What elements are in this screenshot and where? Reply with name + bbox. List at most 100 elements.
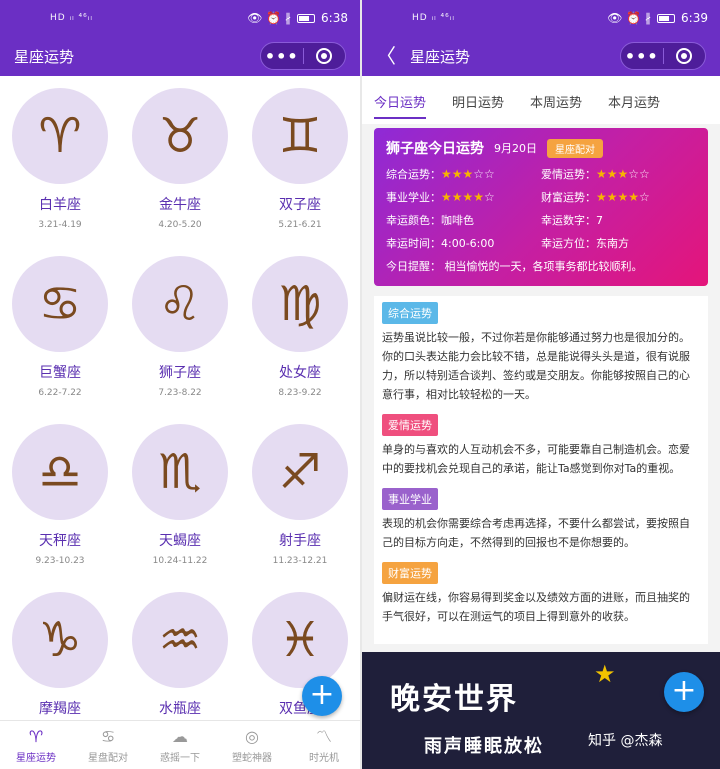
zodiac-dates: 9.23-10.23: [35, 556, 85, 566]
tab-label: 星座运势: [16, 752, 56, 764]
more-button[interactable]: •••: [261, 47, 303, 66]
status-time: 6:38: [321, 11, 348, 25]
tab-icon: 〽: [315, 726, 332, 746]
tab-icon: ♋: [100, 726, 116, 746]
zodiac-item[interactable]: ♏ 天蝎座 10.24-11.22: [120, 412, 240, 580]
period-tab[interactable]: 本周运势: [530, 82, 582, 119]
color-label: 幸运颜色：: [386, 214, 441, 227]
status-icons: 👁 ⏰ ∦: [607, 11, 652, 25]
section-tag: 财富运势: [382, 562, 438, 584]
wealth-label: 财富运势：: [541, 191, 596, 204]
right-screen: HD ᵢₗ ⁴⁶ᵢₗ 👁 ⏰ ∦ 6:39 〈 星座运势 ••• 今日运势 明日运…: [362, 0, 720, 769]
tab-icon: ◎: [245, 726, 259, 746]
zodiac-avatar-icon: ♈: [12, 88, 108, 184]
number-value: 7: [596, 214, 603, 227]
career-stars: ★★★★☆: [441, 190, 495, 204]
signal-icon: HD ᵢₗ ⁴⁶ᵢₗ: [412, 12, 455, 23]
status-icons: 👁 ⏰ ∦: [247, 11, 292, 25]
love-label: 爱情运势：: [541, 168, 596, 181]
section-tag: 事业学业: [382, 488, 438, 510]
fortune-details: 综合运势运势虽说比较一般，不过你若是你能够通过努力也是很加分的。你的口头表达能力…: [374, 296, 708, 644]
card-date: 9月20日: [494, 142, 537, 155]
zodiac-name: 双子座: [279, 197, 321, 213]
zodiac-dates: 7.23-8.22: [158, 388, 202, 398]
zodiac-avatar-icon: ♒: [132, 592, 228, 688]
zodiac-avatar-icon: ♏: [132, 424, 228, 520]
fortune-section: 综合运势运势虽说比较一般，不过你若是你能够通过努力也是很加分的。你的口头表达能力…: [374, 296, 708, 408]
status-time: 6:39: [681, 11, 708, 25]
nav-bar: 星座运势 •••: [0, 36, 360, 76]
status-bar: HD ᵢₗ ⁴⁶ᵢₗ 👁 ⏰ ∦ 6:38: [0, 0, 360, 36]
tab-item[interactable]: ◎ 塑蛇神器: [216, 721, 288, 769]
miniapp-capsule: •••: [620, 42, 706, 70]
tip-value: 相当愉悦的一天，各项事务都比较顺利。: [444, 260, 643, 273]
zodiac-item[interactable]: ♎ 天秤座 9.23-10.23: [0, 412, 120, 580]
fortune-section: 爱情运势 单身的与喜欢的人互动机会不多，可能要靠自己制造机会。恋爱中的要找机会兑现…: [374, 408, 708, 482]
zodiac-dates: 6.22-7.22: [38, 388, 82, 398]
ad-banner[interactable]: 晚安世界 ★ 雨声睡眠放松 知乎 @杰森: [362, 652, 720, 769]
zodiac-name: 白羊座: [39, 197, 81, 213]
left-screen: HD ᵢₗ ⁴⁶ᵢₗ 👁 ⏰ ∦ 6:38 星座运势 ••• ♈ 白羊座 3.21-…: [0, 0, 360, 769]
zodiac-dates: 8.23-9.22: [278, 388, 322, 398]
match-button[interactable]: 星座配对: [547, 138, 603, 158]
tab-icon: ☁: [172, 726, 188, 746]
zodiac-avatar-icon: ♋: [12, 256, 108, 352]
zodiac-name: 射手座: [279, 533, 321, 549]
close-miniapp-button[interactable]: [664, 48, 706, 64]
zodiac-dates: 10.24-11.22: [152, 556, 208, 566]
more-button[interactable]: •••: [621, 47, 663, 66]
status-bar: HD ᵢₗ ⁴⁶ᵢₗ 👁 ⏰ ∦ 6:39: [362, 0, 720, 36]
number-label: 幸运数字：: [541, 214, 596, 227]
page-title: 星座运势: [410, 47, 471, 66]
overall-label: 综合运势：: [386, 168, 441, 181]
zodiac-item[interactable]: ♐ 射手座 11.23-12.21: [240, 412, 360, 580]
direction-label: 幸运方位：: [541, 237, 596, 250]
zodiac-avatar-icon: ♓: [252, 592, 348, 688]
direction-value: 东南方: [596, 237, 629, 250]
tab-icon: ♈: [28, 726, 44, 746]
target-icon: [676, 48, 693, 64]
zodiac-name: 处女座: [279, 365, 321, 381]
tab-item[interactable]: ♈ 星座运势: [0, 721, 72, 769]
tab-bar: ♈ 星座运势 ♋ 星盘配对 ☁ 惑摇一下 ◎ 塑蛇神器 〽时光机: [0, 720, 360, 769]
tab-item[interactable]: 〽时光机: [288, 721, 360, 769]
section-text: 表现的机会你需要综合考虑再选择，不要什么都尝试，要按照自己的目标方向走，不然得到…: [382, 517, 690, 549]
zodiac-item[interactable]: ♌ 狮子座 7.23-8.22: [120, 244, 240, 412]
section-text: 运势虽说比较一般，不过你若是你能够通过努力也是很加分的。你的口头表达能力会比较不…: [382, 331, 690, 401]
add-button[interactable]: +: [302, 676, 342, 716]
zodiac-item[interactable]: ♋ 巨蟹座 6.22-7.22: [0, 244, 120, 412]
tab-label: 塑蛇神器: [232, 752, 272, 764]
fortune-section: 事业学业表现的机会你需要综合考虑再选择，不要什么都尝试，要按照自己的目标方向走，…: [374, 482, 708, 556]
zodiac-item[interactable]: ♈ 白羊座 3.21-4.19: [0, 76, 120, 244]
zodiac-avatar-icon: ♑: [12, 592, 108, 688]
period-tab[interactable]: 今日运势: [374, 82, 427, 119]
section-tag: 综合运势: [382, 302, 438, 324]
zodiac-avatar-icon: ♍: [252, 256, 348, 352]
zodiac-grid: ♈ 白羊座 3.21-4.19 ♉ 金牛座 4.20-5.20 ♊ 双子座 5.21-6.21 ♋…: [0, 76, 360, 720]
close-miniapp-button[interactable]: [304, 48, 346, 64]
zodiac-item[interactable]: ♍ 处女座 8.23-9.22: [240, 244, 360, 412]
battery-icon: [297, 13, 316, 23]
tab-item[interactable]: ♋ 星盘配对: [72, 721, 144, 769]
period-tabs: 今日运势 明日运势 本周运势 本月运势: [362, 76, 720, 124]
battery-icon: [657, 13, 676, 23]
star-icon: ★: [594, 660, 616, 688]
miniapp-capsule: •••: [260, 42, 346, 70]
zodiac-item[interactable]: ♉ 金牛座 4.20-5.20: [120, 76, 240, 244]
nav-bar: 〈 星座运势 •••: [362, 36, 720, 76]
tip-label: 今日提醒：: [386, 260, 441, 273]
zodiac-dates: 5.21-6.21: [278, 220, 322, 230]
zodiac-name: 天秤座: [39, 533, 81, 549]
add-button[interactable]: +: [664, 672, 704, 712]
zodiac-avatar-icon: ♉: [132, 88, 228, 184]
period-tab[interactable]: 本月运势: [608, 82, 660, 119]
back-button[interactable]: 〈: [376, 46, 396, 66]
overall-stars: ★★★☆☆: [441, 167, 495, 181]
zodiac-item[interactable]: ♊ 双子座 5.21-6.21: [240, 76, 360, 244]
zodiac-name: 水瓶座: [159, 701, 201, 717]
target-icon: [316, 48, 333, 64]
tab-item[interactable]: ☁ 惑摇一下: [144, 721, 216, 769]
period-tab[interactable]: 明日运势: [452, 82, 504, 119]
fortune-section: 财富运势 偏财运在线，你容易得到奖金以及绩效方面的进账，而且抽奖的手气很好，可以在…: [374, 556, 708, 630]
zodiac-name: 巨蟹座: [39, 365, 81, 381]
